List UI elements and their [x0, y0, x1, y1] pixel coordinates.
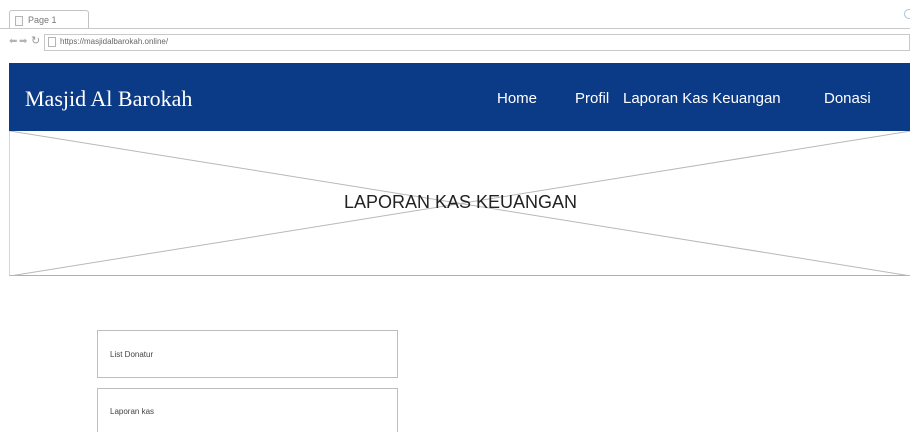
- laporan-kas-label: Laporan kas: [110, 407, 155, 416]
- url-input[interactable]: https://masjidalbarokah.online/: [44, 34, 910, 51]
- back-icon[interactable]: ⬅: [9, 36, 17, 48]
- nav-profil[interactable]: Profil: [575, 90, 609, 107]
- nav-laporan-kas-keuangan[interactable]: Laporan Kas Keuangan: [623, 90, 781, 107]
- nav-home[interactable]: Home: [497, 90, 537, 107]
- site-header: Masjid Al Barokah Home Profil Laporan Ka…: [9, 63, 910, 131]
- nav-donasi[interactable]: Donasi: [824, 90, 871, 107]
- browser-tab[interactable]: Page 1: [9, 10, 89, 29]
- browser-tab-bar: Page 1: [0, 0, 910, 30]
- url-text: https://masjidalbarokah.online/: [60, 37, 169, 46]
- tab-title: Page 1: [28, 15, 57, 25]
- hero-image-placeholder: LAPORAN KAS KEUANGAN: [9, 131, 910, 276]
- laporan-kas-panel[interactable]: Laporan kas: [97, 388, 398, 432]
- tab-bar-divider: [0, 28, 910, 29]
- list-donatur-panel[interactable]: List Donatur: [97, 330, 398, 378]
- page-icon: [48, 37, 56, 47]
- forward-icon[interactable]: ➡: [19, 36, 27, 48]
- page-icon: [15, 16, 23, 26]
- list-donatur-label: List Donatur: [110, 350, 154, 359]
- loading-icon: [904, 9, 910, 19]
- browser-address-bar: ⬅ ➡ ↻ https://masjidalbarokah.online/: [0, 33, 910, 53]
- hero-title: LAPORAN KAS KEUANGAN: [343, 192, 578, 212]
- reload-icon[interactable]: ↻: [31, 35, 40, 47]
- page: Page 1 ⬅ ➡ ↻ https://masjidalbarokah.onl…: [0, 0, 910, 432]
- site-title[interactable]: Masjid Al Barokah: [25, 86, 192, 112]
